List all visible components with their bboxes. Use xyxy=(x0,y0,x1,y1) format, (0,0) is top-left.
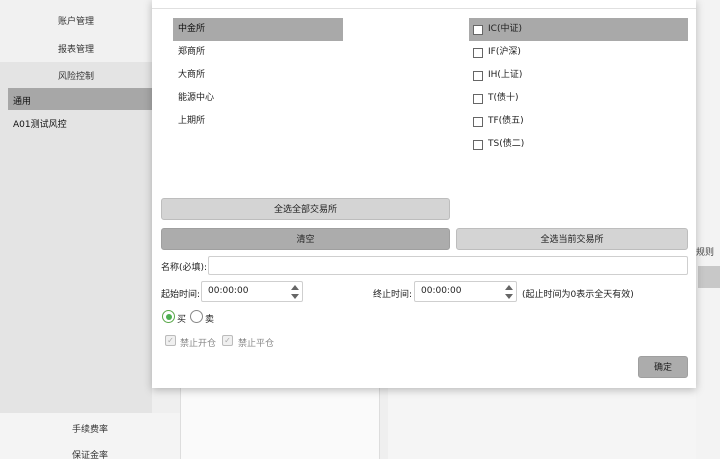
start-time-label: 起始时间: xyxy=(161,290,201,300)
exchange-item[interactable]: 中金所 xyxy=(173,18,343,41)
end-time-spinbox[interactable]: 00:00:00 xyxy=(414,281,517,302)
contract-checkbox[interactable] xyxy=(473,93,483,104)
sidebar-item-account[interactable]: 账户管理 xyxy=(0,14,152,27)
clear-button[interactable]: 清空 xyxy=(161,228,450,250)
exchange-list: 中金所 郑商所 大商所 能源中心 上期所 xyxy=(173,18,343,133)
exchange-item[interactable]: 上期所 xyxy=(173,110,343,133)
forbid-close-label: 禁止平仓 xyxy=(238,339,275,349)
start-time-arrows[interactable] xyxy=(291,284,299,300)
select-all-exchanges-button[interactable]: 全选全部交易所 xyxy=(161,198,450,220)
sell-radio[interactable] xyxy=(190,310,203,323)
right-panel-text: 规则 xyxy=(696,248,715,258)
sidebar: 账户管理 报表管理 风险控制 通用 A01测试风控 xyxy=(0,0,152,459)
name-label: 名称(必填): xyxy=(161,263,208,273)
right-panel-button[interactable] xyxy=(698,266,720,288)
contract-checkbox[interactable] xyxy=(473,24,483,35)
forbid-close-checkbox[interactable]: ✓ xyxy=(222,335,233,346)
contract-label: IH(上证) xyxy=(488,70,523,80)
forbid-open-label: 禁止开仓 xyxy=(180,339,217,349)
sidebar-subitem-general[interactable]: 通用 xyxy=(13,94,31,107)
contract-list: IC(中证) IF(沪深) IH(上证) T(债十) TF(债五) TS(债二) xyxy=(469,18,688,156)
contract-label: TS(债二) xyxy=(488,139,525,149)
sidebar-item-risk[interactable]: 风险控制 xyxy=(0,69,152,82)
contract-label: IC(中证) xyxy=(488,24,522,34)
contract-item[interactable]: T(债十) xyxy=(469,87,688,110)
risk-rule-dialog: 中金所 郑商所 大商所 能源中心 上期所 IC(中证) IF(沪深) IH(上证… xyxy=(152,0,696,388)
contract-item[interactable]: IF(沪深) xyxy=(469,41,688,64)
exchange-item[interactable]: 能源中心 xyxy=(173,87,343,110)
time-hint: (起止时间为0表示全天有效) xyxy=(522,290,634,300)
contract-checkbox[interactable] xyxy=(473,70,483,81)
spin-down-icon[interactable] xyxy=(505,294,513,299)
sidebar-bottom-section: 手续费率 保证金率 xyxy=(0,413,180,459)
confirm-button[interactable]: 确定 xyxy=(638,356,688,378)
end-time-arrows[interactable] xyxy=(505,284,513,300)
end-time-label: 终止时间: xyxy=(373,290,413,300)
spin-down-icon[interactable] xyxy=(291,294,299,299)
buy-radio[interactable] xyxy=(162,310,175,323)
contract-checkbox[interactable] xyxy=(473,47,483,58)
right-panel xyxy=(696,0,720,459)
contract-item[interactable]: TF(债五) xyxy=(469,110,688,133)
dialog-top-border xyxy=(152,8,696,9)
contract-label: TF(债五) xyxy=(488,116,524,126)
end-time-value: 00:00:00 xyxy=(421,286,462,296)
forbid-open-checkbox[interactable]: ✓ xyxy=(165,335,176,346)
spin-up-icon[interactable] xyxy=(505,285,513,290)
sell-label: 卖 xyxy=(205,315,215,325)
sidebar-item-fee-rate[interactable]: 手续费率 xyxy=(0,422,180,435)
spin-up-icon[interactable] xyxy=(291,285,299,290)
exchange-item[interactable]: 大商所 xyxy=(173,64,343,87)
contract-item[interactable]: IH(上证) xyxy=(469,64,688,87)
contract-label: T(债十) xyxy=(488,93,519,103)
start-time-spinbox[interactable]: 00:00:00 xyxy=(201,281,303,302)
sidebar-item-reports[interactable]: 报表管理 xyxy=(0,42,152,55)
contract-item[interactable]: TS(债二) xyxy=(469,133,688,156)
exchange-item[interactable]: 郑商所 xyxy=(173,41,343,64)
name-input[interactable] xyxy=(208,256,688,275)
sidebar-subitem-a01[interactable]: A01测试风控 xyxy=(13,117,67,130)
start-time-value: 00:00:00 xyxy=(208,286,249,296)
middle-panel xyxy=(180,388,380,459)
contract-label: IF(沪深) xyxy=(488,47,521,57)
contract-checkbox[interactable] xyxy=(473,139,483,150)
right-bottom-panel xyxy=(388,388,696,459)
contract-checkbox[interactable] xyxy=(473,116,483,127)
sidebar-item-margin-rate[interactable]: 保证金率 xyxy=(0,448,180,459)
buy-label: 买 xyxy=(177,315,187,325)
contract-item[interactable]: IC(中证) xyxy=(469,18,688,41)
select-current-exchange-button[interactable]: 全选当前交易所 xyxy=(456,228,688,250)
